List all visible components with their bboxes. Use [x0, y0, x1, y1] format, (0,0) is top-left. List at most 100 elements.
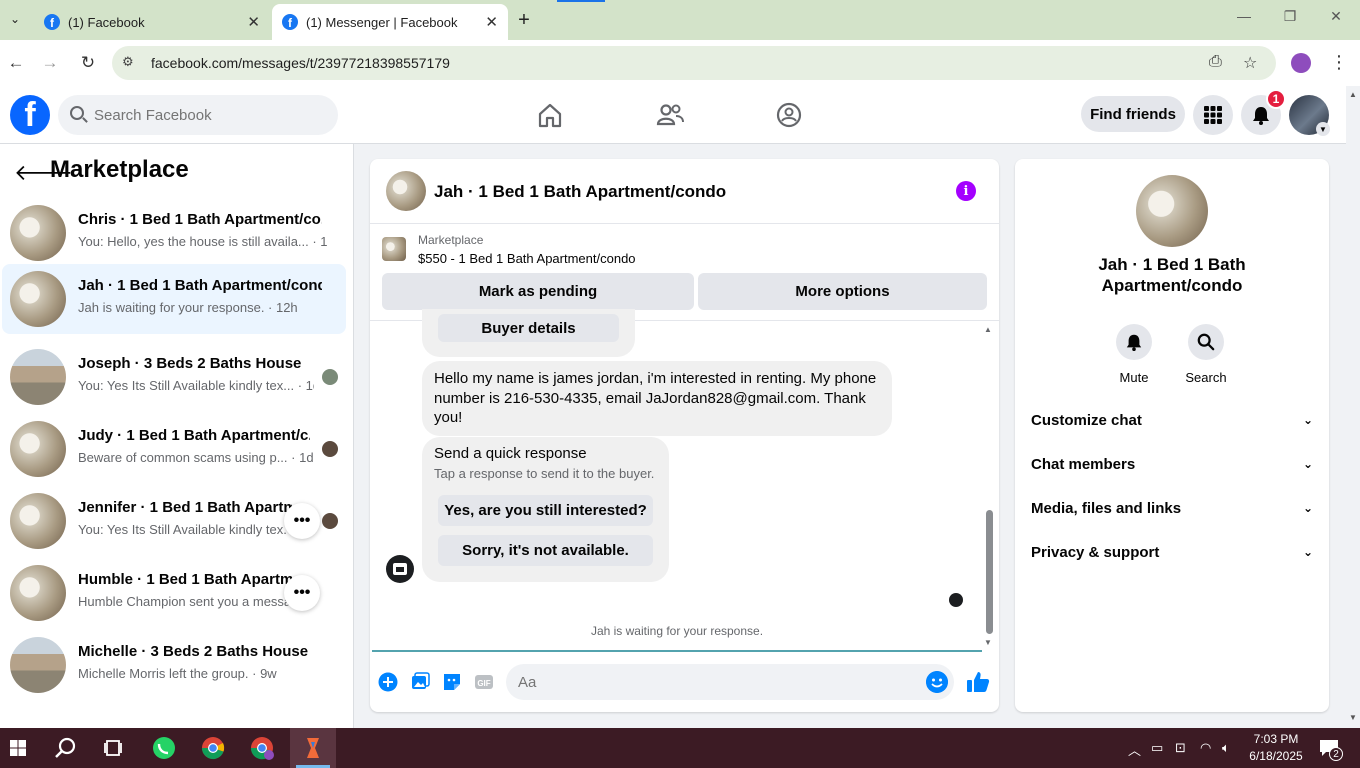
section-label: Privacy & support [1031, 543, 1160, 561]
back-arrow-icon[interactable]: ← [4, 51, 28, 75]
volume-icon[interactable]: 🔈︎ [1222, 740, 1230, 756]
search-action[interactable]: Search [1176, 324, 1236, 385]
section-label: Chat members [1031, 455, 1136, 473]
conversation-name: Judy · 1 Bed 1 Bath Apartment/c... [78, 427, 310, 444]
message-composer[interactable] [506, 664, 954, 700]
more-options-button[interactable]: More options [698, 273, 987, 310]
quick-reply-button[interactable]: Sorry, it's not available. [438, 535, 653, 566]
search-icon[interactable] [52, 734, 80, 762]
listing-thumbnail[interactable] [382, 237, 406, 261]
photo-icon[interactable] [410, 672, 430, 692]
privacy-support-row[interactable]: Privacy & support ⌄ [1031, 536, 1313, 568]
buyer-details-button[interactable]: Buyer details [438, 314, 619, 342]
restore-icon[interactable]: ❐ [1278, 8, 1302, 25]
conversation-item[interactable]: Humble · 1 Bed 1 Bath Apartme Humble Cha… [2, 558, 346, 628]
close-tab-icon[interactable]: ✕ [247, 13, 260, 31]
search-input[interactable] [94, 105, 324, 125]
gif-icon[interactable]: GIF [474, 672, 494, 692]
scrollbar-thumb[interactable] [986, 510, 993, 634]
chat-avatar[interactable] [386, 171, 426, 211]
home-icon[interactable] [535, 100, 565, 130]
scroll-down-icon[interactable]: ▼ [1349, 713, 1357, 722]
more-options-icon[interactable]: ••• [284, 503, 320, 539]
chrome-profile-icon[interactable] [248, 734, 276, 762]
conversation-name: Jennifer · 1 Bed 1 Bath Apartme [78, 499, 292, 516]
groups-icon[interactable] [774, 100, 804, 130]
quick-response-card: Send a quick response Tap a response to … [422, 437, 669, 582]
listing-title[interactable]: $550 - 1 Bed 1 Bath Apartment/condo [418, 251, 636, 266]
conversation-item[interactable]: Jennifer · 1 Bed 1 Bath Apartme You: Yes… [2, 486, 346, 556]
add-plus-icon[interactable] [378, 672, 398, 692]
browser-profile-avatar[interactable] [1291, 53, 1311, 73]
friends-icon[interactable] [655, 100, 685, 130]
info-icon[interactable]: i [956, 181, 976, 201]
page-scrollbar[interactable]: ▲ ▼ [1346, 86, 1360, 728]
system-clock[interactable]: 7:03 PM 6/18/2025 [1238, 731, 1314, 765]
browser-menu-icon[interactable]: ⋮ [1330, 52, 1348, 73]
scroll-up-icon[interactable]: ▲ [1349, 90, 1357, 99]
conversation-item[interactable]: Chris · 1 Bed 1 Bath Apartment/co... You… [2, 198, 346, 268]
menu-grid-button[interactable] [1193, 95, 1233, 135]
task-view-icon[interactable] [100, 734, 128, 762]
customize-chat-row[interactable]: Customize chat ⌄ [1031, 404, 1313, 436]
tab-search-chevron-icon[interactable]: ⌄ [4, 8, 26, 30]
waiting-status: Jah is waiting for your response. [590, 624, 764, 638]
participant-avatar [322, 369, 338, 385]
marketplace-label: Marketplace [418, 233, 484, 247]
media-files-links-row[interactable]: Media, files and links ⌄ [1031, 492, 1313, 524]
more-options-icon[interactable]: ••• [284, 575, 320, 611]
chrome-icon[interactable] [199, 734, 227, 762]
message-input[interactable] [518, 672, 898, 692]
windows-start-icon[interactable] [4, 734, 32, 762]
meet-now-icon[interactable]: ⊡ [1175, 740, 1186, 756]
conversation-item[interactable]: Michelle · 3 Beds 2 Baths House Michelle… [2, 630, 346, 700]
new-tab-plus-icon[interactable]: + [512, 8, 536, 32]
url-text[interactable]: facebook.com/messages/t/2397721839855717… [151, 55, 450, 71]
minimize-icon[interactable]: — [1232, 8, 1256, 24]
chevron-down-icon[interactable]: ▼ [1316, 122, 1330, 136]
listing-thumbnail [10, 205, 66, 261]
browser-tab-facebook[interactable]: f (1) Facebook ✕ [34, 4, 270, 40]
facebook-favicon-icon: f [282, 14, 298, 30]
panel-title: Marketplace [50, 156, 189, 183]
find-friends-button[interactable]: Find friends [1081, 96, 1185, 132]
thumbs-up-icon[interactable] [966, 670, 990, 694]
bell-icon[interactable] [1116, 324, 1152, 360]
search-icon[interactable] [1188, 324, 1224, 360]
scroll-down-icon[interactable]: ▼ [984, 638, 992, 647]
conversation-item[interactable]: Joseph · 3 Beds 2 Baths House You: Yes I… [2, 342, 346, 412]
scroll-up-icon[interactable]: ▲ [984, 325, 992, 334]
active-app-icon[interactable] [299, 734, 327, 762]
chat-title[interactable]: Jah · 1 Bed 1 Bath Apartment/condo [434, 182, 726, 202]
listing-thumbnail [10, 349, 66, 405]
sticker-icon[interactable] [442, 672, 462, 692]
conversation-item[interactable]: Judy · 1 Bed 1 Bath Apartment/c... Bewar… [2, 414, 346, 484]
conversation-info-panel: Jah · 1 Bed 1 Bath Apartment/condo Mute … [1015, 159, 1329, 712]
close-tab-icon[interactable]: ✕ [485, 13, 498, 31]
listing-avatar [1136, 175, 1208, 247]
battery-icon[interactable]: ▭ [1151, 740, 1163, 756]
omnibox[interactable]: ⚙ facebook.com/messages/t/23977218398557… [112, 46, 1276, 80]
conversation-item-selected[interactable]: Jah · 1 Bed 1 Bath Apartment/condo Jah i… [2, 264, 346, 334]
bookmark-star-icon[interactable]: ☆ [1243, 53, 1257, 73]
facebook-search[interactable] [58, 95, 338, 135]
mute-action[interactable]: Mute [1104, 324, 1164, 385]
mark-as-pending-button[interactable]: Mark as pending [382, 273, 694, 310]
wifi-icon[interactable]: ◠ [1200, 740, 1211, 756]
show-hidden-icons-chevron-icon[interactable]: ︿ [1128, 740, 1141, 759]
forward-arrow-icon[interactable]: → [38, 51, 62, 75]
whatsapp-icon[interactable] [150, 734, 178, 762]
chat-members-row[interactable]: Chat members ⌄ [1031, 448, 1313, 480]
section-label: Customize chat [1031, 411, 1142, 429]
divider [370, 223, 999, 224]
reload-icon[interactable]: ↻ [76, 51, 100, 75]
close-window-icon[interactable]: ✕ [1324, 8, 1348, 25]
install-app-icon[interactable]: ⎙ [1209, 53, 1222, 71]
browser-tab-messenger[interactable]: f (1) Messenger | Facebook ✕ [272, 4, 508, 40]
facebook-logo-icon[interactable]: f [10, 95, 50, 135]
quick-response-title: Send a quick response [434, 445, 587, 462]
site-info-icon[interactable]: ⚙ [122, 54, 134, 70]
emoji-icon[interactable] [926, 671, 948, 693]
quick-reply-button[interactable]: Yes, are you still interested? [438, 495, 653, 526]
listing-thumbnail [10, 565, 66, 621]
